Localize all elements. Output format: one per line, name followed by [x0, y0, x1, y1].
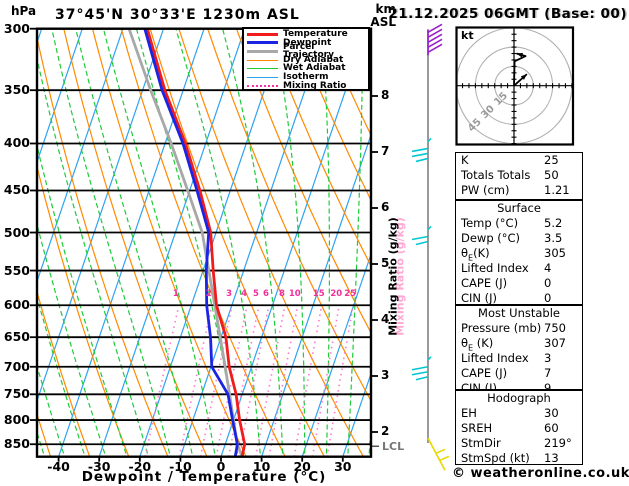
table-row: StmDir 219° [456, 436, 582, 451]
sounding-profiles [127, 28, 247, 457]
legend-box: Temperature Dewpoint Parcel Trajectory Dry … [242, 27, 370, 91]
table-row-value: 3.5 [544, 231, 563, 245]
table-row: StmSpd (kt) 13 [456, 451, 582, 466]
table-row-label: PW (cm) [461, 183, 510, 197]
table-row-label: CAPE (J) [461, 276, 508, 290]
table-row-value: 50 [544, 168, 559, 182]
table-row: CIN (J) 0 [456, 291, 582, 306]
table-row-label: Temp (°C) [461, 216, 519, 230]
table-section-header: Most Unstable [478, 306, 560, 320]
table-row: Dewp (°C) 3.5 [456, 231, 582, 246]
indices-table: K 25 Totals Totals 50 PW (cm) 1.21 [455, 152, 583, 200]
table-row-value: 219° [544, 436, 572, 450]
table-row-value: 750 [544, 321, 566, 335]
legend-item: Mixing Ratio [247, 80, 368, 91]
indices-table: Most Unstable Pressure (mb) 750 θE (K) 307 Li… [455, 305, 583, 395]
table-row-label: Pressure (mb) [461, 321, 542, 335]
table-row-label: Dewp (°C) [461, 231, 521, 245]
table-row: θE (K) 307 [456, 336, 582, 352]
wind-barb [427, 23, 443, 56]
legend-item-label: Mixing Ratio [283, 80, 347, 91]
table-row: Totals Totals 50 [456, 168, 582, 183]
table-section-header: Surface [497, 201, 541, 215]
table-row-value: 60 [544, 421, 559, 435]
table-row-label: K [461, 153, 469, 167]
sounding-chart-page: 15 30 45 hPa 37°45'N 30°33'E 1230m ASL km … [0, 0, 629, 486]
table-row-value: 7 [544, 366, 552, 380]
legend-line-sample [247, 59, 278, 61]
hodograph: 153045 [455, 26, 575, 146]
table-row: θE(K) 305 [456, 246, 582, 262]
legend-line-sample [247, 68, 278, 70]
table-row: SREH 60 [456, 421, 582, 436]
table-row: Pressure (mb) 750 [456, 321, 582, 336]
table-row-value: 0 [544, 291, 552, 305]
table-row-value: 25 [544, 153, 559, 167]
table-row-label: Lifted Index [461, 351, 529, 365]
table-row: K 25 [456, 153, 582, 168]
table-row-value: 1.21 [544, 183, 570, 197]
table-row-value: 305 [544, 246, 566, 260]
table-row-value: 5.2 [544, 216, 563, 230]
table-row: PW (cm) 1.21 [456, 183, 582, 198]
table-row-label: EH [461, 406, 477, 420]
legend-line-sample [247, 49, 278, 53]
indices-table: Hodograph EH 30 SREH 60 StmDir 219° StmSpd (kt)… [455, 390, 583, 465]
wind-barb-staff [411, 23, 450, 471]
table-row-label: Totals Totals [461, 168, 531, 182]
table-row-value: 307 [544, 336, 566, 350]
table-row: CAPE (J) 0 [456, 276, 582, 291]
table-row-label: StmDir [461, 436, 501, 450]
legend-line-sample [247, 41, 278, 45]
table-row: Lifted Index 3 [456, 351, 582, 366]
table-row: Temp (°C) 5.2 [456, 216, 582, 231]
table-row-label: Lifted Index [461, 261, 529, 275]
table-row-label: CIN (J) [461, 291, 498, 305]
table-row-value: 30 [544, 406, 559, 420]
table-row-value: 4 [544, 261, 552, 275]
table-section-header: Hodograph [487, 391, 551, 405]
legend-line-sample [247, 76, 278, 78]
table-row-value: 3 [544, 351, 552, 365]
indices-table: Surface Temp (°C) 5.2 Dewp (°C) 3.5 θE(K) 305 L… [455, 200, 583, 305]
table-row: CAPE (J) 7 [456, 366, 582, 381]
table-row-value: 0 [544, 276, 552, 290]
table-row-label: StmSpd (kt) [461, 451, 530, 465]
table-row: EH 30 [456, 406, 582, 421]
legend-line-sample [247, 84, 278, 87]
table-row-label: CAPE (J) [461, 366, 508, 380]
legend-line-sample [247, 32, 278, 36]
table-row-value: 13 [544, 451, 559, 465]
wind-barb [427, 437, 450, 471]
table-row-label: SREH [461, 421, 493, 435]
table-row: Lifted Index 4 [456, 261, 582, 276]
